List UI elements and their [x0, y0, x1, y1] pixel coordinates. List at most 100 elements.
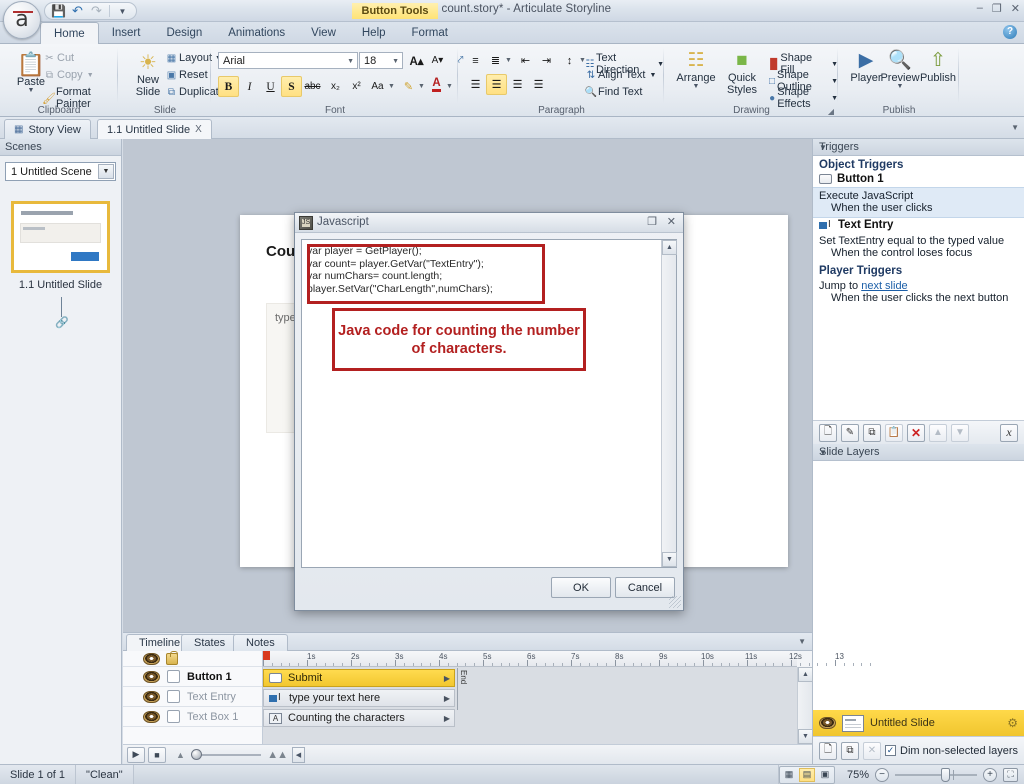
next-slide-link[interactable]: next slide	[861, 280, 907, 292]
dim-layers-checkbox[interactable]: ✓	[885, 745, 896, 756]
justify-button[interactable]: ☰	[528, 74, 549, 95]
timeline-zoom-slider[interactable]: ▲ ▲▲	[169, 747, 289, 763]
tab-help[interactable]: Help	[349, 22, 399, 44]
lock-checkbox[interactable]	[167, 710, 180, 723]
gear-icon[interactable]: ⚙	[1007, 716, 1018, 730]
lock-icon[interactable]	[166, 650, 178, 665]
slide-layers-panel-header[interactable]: Slide Layers ▼	[813, 444, 1024, 461]
form-view-icon[interactable]: ▣	[817, 768, 833, 782]
help-icon[interactable]: ?	[1003, 25, 1017, 39]
chevron-down-icon[interactable]: ▼	[98, 164, 114, 179]
align-right-button[interactable]: ☰	[507, 74, 528, 95]
zoom-in-button[interactable]: +	[983, 767, 997, 782]
timeline-scroll-left-icon[interactable]: ◀	[292, 746, 305, 763]
dialog-minimize-icon[interactable]: ❐	[647, 215, 657, 228]
chevron-right-icon[interactable]: ▶	[444, 714, 450, 723]
eye-icon[interactable]	[143, 652, 160, 665]
timeline-bar-text-box[interactable]: A Counting the characters ▶	[263, 709, 455, 727]
paste-trigger-icon[interactable]: 📋	[885, 423, 903, 442]
numbering-button[interactable]: ≣	[485, 50, 506, 71]
timeline-ruler[interactable]: 1s 2s 3s 4s 5s 6s 7s 8s 9s 10s 11s 12s 1…	[263, 651, 872, 667]
slide-view-icon[interactable]: ▤	[799, 767, 815, 782]
cut-button[interactable]: ✂ Cut	[42, 52, 74, 64]
reset-button[interactable]: ▣ Reset	[164, 69, 208, 81]
tab-insert[interactable]: Insert	[99, 22, 154, 44]
layer-row-untitled-slide[interactable]: Untitled Slide ⚙	[813, 710, 1024, 736]
superscript-button[interactable]: x²	[346, 76, 367, 97]
eye-icon[interactable]	[819, 717, 836, 729]
link-icon[interactable]: 🔗	[52, 316, 72, 329]
trigger-row-execute-javascript[interactable]: Execute JavaScript When the user clicks	[813, 187, 1024, 218]
change-case-chevron-down-icon[interactable]: ▼	[388, 83, 395, 90]
edit-trigger-icon[interactable]: ✎	[841, 423, 859, 442]
cancel-button[interactable]: Cancel	[615, 577, 675, 598]
tab-untitled-slide[interactable]: 1.1 Untitled Slide X	[97, 119, 212, 139]
chevron-down-icon[interactable]: ▼	[28, 87, 35, 94]
timeline-row-text-box1[interactable]: Text Box 1	[123, 707, 262, 727]
scroll-down-icon[interactable]: ▼	[662, 552, 677, 567]
restore-icon[interactable]: ❐	[992, 2, 1002, 15]
move-up-icon[interactable]: ▲	[929, 423, 947, 442]
minimize-icon[interactable]: –	[977, 2, 983, 15]
javascript-trigger-icon[interactable]: x	[1000, 423, 1018, 442]
delete-layer-icon[interactable]: ✕	[863, 741, 881, 760]
new-layer-icon[interactable]: 🗋	[819, 741, 837, 760]
tab-format[interactable]: Format	[399, 22, 461, 44]
tab-overflow-chevron-down-icon[interactable]: ▼	[1011, 123, 1019, 132]
align-center-button[interactable]: ☰	[486, 74, 507, 95]
zoom-slider-handle[interactable]	[941, 767, 950, 782]
arrange-button[interactable]: ☷ Arrange ▼	[673, 50, 719, 90]
timeline-row-button1[interactable]: Button 1	[123, 667, 262, 687]
find-text-button[interactable]: 🔍 Find Text	[584, 86, 643, 98]
zoom-slider[interactable]	[895, 767, 977, 782]
line-spacing-button[interactable]: ↕	[559, 50, 580, 71]
dialog-close-icon[interactable]: ✕	[667, 215, 676, 228]
bold-button[interactable]: B	[218, 76, 239, 97]
grow-font-button[interactable]: A▴	[406, 50, 427, 71]
play-button[interactable]: ▶	[127, 746, 145, 763]
move-down-icon[interactable]: ▼	[951, 423, 969, 442]
duplicate-layer-icon[interactable]: ⧉	[841, 741, 859, 760]
highlight-chevron-down-icon[interactable]: ▼	[418, 83, 425, 90]
chevron-down-icon[interactable]: ▼	[347, 58, 354, 65]
timeline-bar-submit[interactable]: Submit ▶	[263, 669, 455, 687]
eye-icon[interactable]	[143, 690, 160, 703]
italic-button[interactable]: I	[239, 76, 260, 97]
tab-design[interactable]: Design	[153, 22, 215, 44]
subscript-button[interactable]: x₂	[325, 76, 346, 97]
tab-notes[interactable]: Notes	[233, 634, 288, 651]
normal-view-icon[interactable]: ▦	[781, 768, 797, 782]
chevron-down-icon[interactable]: ▼	[819, 448, 1018, 457]
chevron-down-icon[interactable]: ▼	[392, 58, 399, 65]
trigger-row-jump-to-next-slide[interactable]: Jump to next slide When the user clicks …	[813, 278, 1024, 307]
scroll-down-icon[interactable]: ▼	[798, 729, 813, 744]
zoom-slider-handle[interactable]	[191, 749, 202, 760]
bullets-button[interactable]: ≡	[465, 50, 486, 71]
preview-chevron-down-icon[interactable]: ▼	[897, 83, 904, 90]
trigger-object-button1[interactable]: Button 1	[813, 172, 1024, 187]
copy-chevron-down-icon[interactable]: ▼	[87, 72, 94, 79]
scroll-up-icon[interactable]: ▲	[662, 240, 677, 255]
copy-trigger-icon[interactable]: ⧉	[863, 423, 881, 442]
tab-states[interactable]: States	[181, 634, 239, 651]
fit-to-window-icon[interactable]: ⛶	[1003, 767, 1018, 782]
shrink-font-button[interactable]: A▾	[427, 50, 448, 71]
trigger-row-set-textentry[interactable]: Set TextEntry equal to the typed value W…	[813, 233, 1024, 262]
delete-trigger-icon[interactable]: ✕	[907, 423, 925, 442]
close-icon[interactable]: ✕	[1011, 2, 1020, 15]
stop-button[interactable]: ■	[148, 746, 166, 763]
font-color-chevron-down-icon[interactable]: ▼	[446, 83, 453, 90]
font-family-combo[interactable]: Arial ▼	[218, 52, 358, 69]
scene-select[interactable]: 1 Untitled Scene ▼	[5, 162, 116, 181]
decrease-indent-button[interactable]: ⇤	[515, 50, 536, 71]
font-size-combo[interactable]: 18 ▼	[359, 52, 403, 69]
highlight-button[interactable]: ✎	[398, 76, 419, 97]
chevron-right-icon[interactable]: ▶	[444, 694, 450, 703]
timeline-row-text-entry[interactable]: Text Entry	[123, 687, 262, 707]
tab-home[interactable]: Home	[40, 22, 99, 45]
strikethrough-button[interactable]: abc	[302, 76, 323, 97]
increase-indent-button[interactable]: ⇥	[536, 50, 557, 71]
scroll-up-icon[interactable]: ▲	[798, 667, 813, 682]
copy-button[interactable]: ⧉ Copy ▼	[42, 69, 94, 81]
change-case-button[interactable]: Aa	[367, 76, 388, 97]
